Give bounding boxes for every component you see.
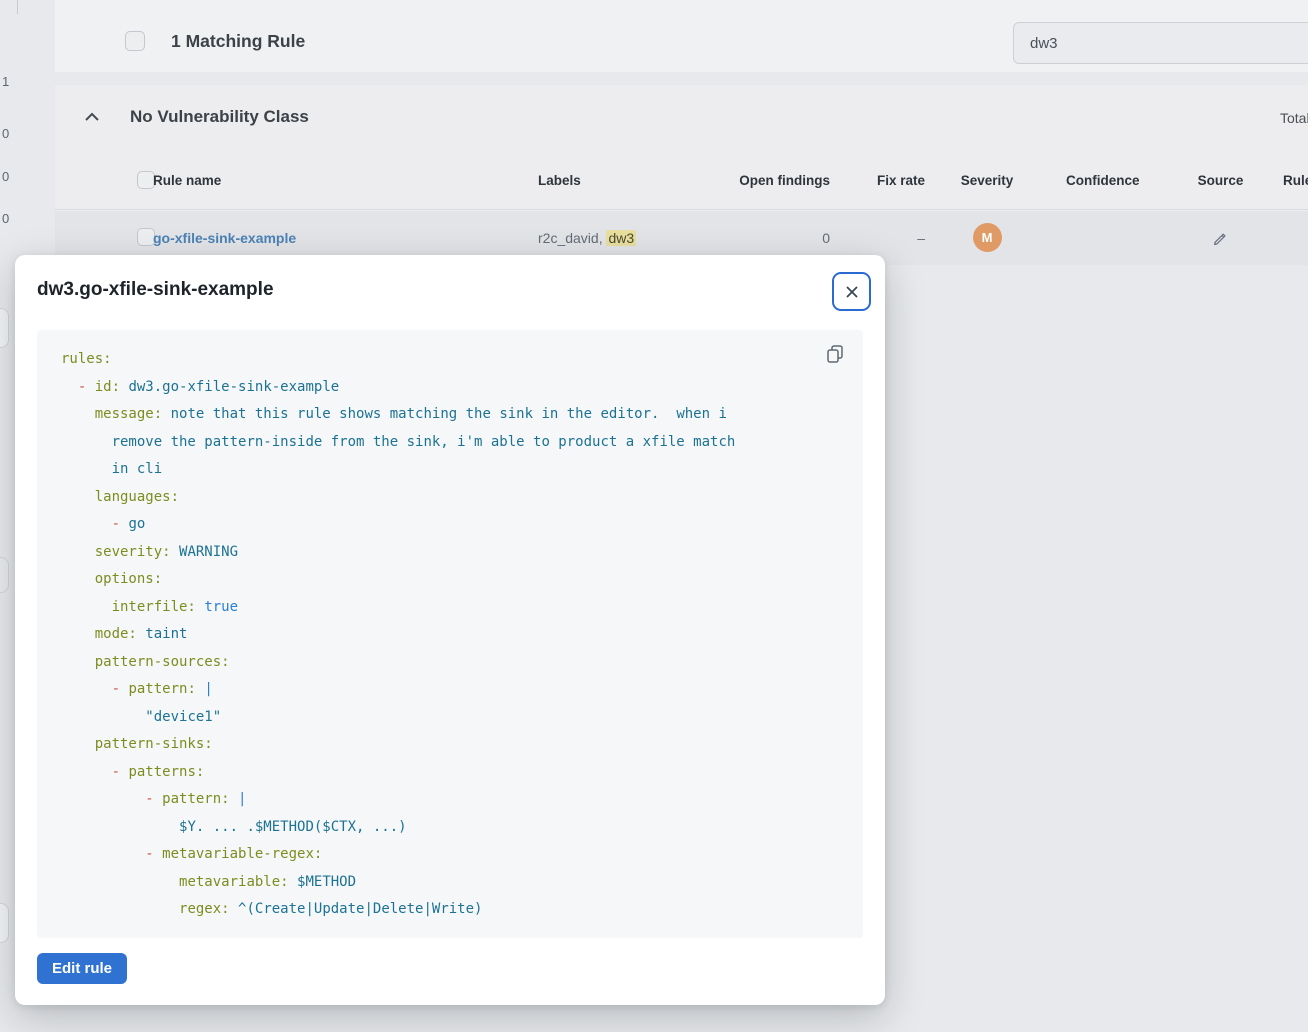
col-source: Source: [1193, 173, 1248, 188]
col-rule-name: Rule name: [153, 173, 221, 188]
total-label: Total: [1280, 110, 1308, 126]
left-count: 0: [2, 211, 18, 226]
pen-icon: [1212, 229, 1230, 247]
left-divider: [17, 0, 18, 14]
severity-badge: M: [973, 223, 1002, 252]
rule-search-input[interactable]: [1030, 35, 1308, 52]
left-edge-fragment: [0, 903, 9, 943]
col-labels: Labels: [538, 173, 581, 188]
col-fix-rate: Fix rate: [845, 173, 925, 188]
code-block-lines: rules: - id: dw3.go-xfile-sink-example m…: [61, 346, 839, 924]
matching-rules-count: 1 Matching Rule: [171, 31, 305, 52]
left-count: 0: [2, 126, 18, 141]
copy-icon[interactable]: [824, 343, 846, 365]
close-button[interactable]: [832, 272, 871, 311]
rules-toolbar: 1 Matching Rule: [55, 0, 1308, 72]
rules-table-header: Rule name Labels Open findings Fix rate …: [55, 150, 1308, 210]
left-edge-fragment: [0, 557, 9, 593]
col-severity: Severity: [955, 173, 1019, 188]
section-title: No Vulnerability Class: [130, 107, 309, 127]
modal-title: dw3.go-xfile-sink-example: [37, 279, 274, 301]
label-highlight: dw3: [606, 230, 636, 246]
left-count: 1: [2, 74, 18, 89]
edit-rule-button[interactable]: Edit rule: [37, 953, 127, 984]
left-count: 0: [2, 169, 18, 184]
rule-yaml-code-block: rules: - id: dw3.go-xfile-sink-example m…: [37, 330, 863, 938]
open-findings-value: 0: [700, 230, 830, 246]
select-all-checkbox[interactable]: [125, 31, 145, 51]
rule-name-link[interactable]: go-xfile-sink-example: [153, 230, 296, 246]
rule-detail-modal: dw3.go-xfile-sink-example rules: - id: d…: [15, 255, 885, 1005]
rule-search-box: [1013, 22, 1308, 64]
rule-labels: r2c_david, dw3: [538, 230, 636, 246]
collapse-chevron-icon[interactable]: [83, 110, 101, 124]
col-confidence: Confidence: [1066, 173, 1140, 188]
fix-rate-value: –: [845, 230, 925, 246]
close-icon: [844, 284, 860, 300]
left-edge-fragment: [0, 308, 9, 348]
col-open-findings: Open findings: [700, 173, 830, 188]
col-rule: Rule: [1283, 173, 1308, 188]
